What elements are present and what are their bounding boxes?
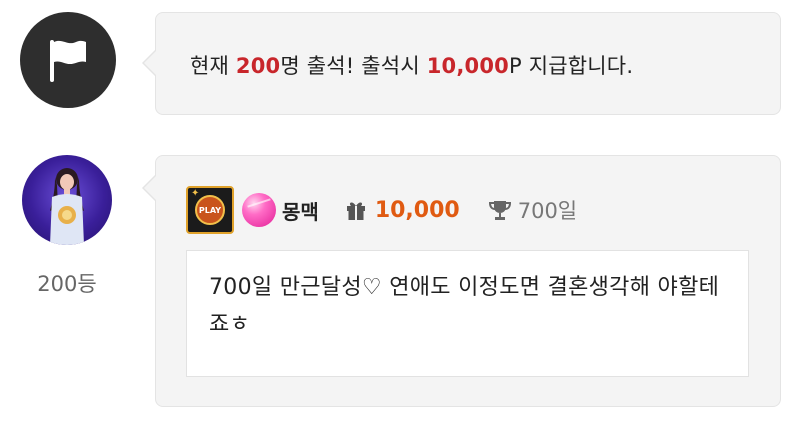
candy-level-icon bbox=[242, 193, 276, 227]
rank-label: 200등 bbox=[37, 272, 97, 296]
message-text: 700일 만근달성♡ 연애도 이정도면 결혼생각해 야할테죠ㅎ bbox=[209, 275, 720, 337]
attendance-days: 700일 bbox=[517, 199, 578, 223]
user-header: ✦ PLAY 몽맥 10,000 700일 bbox=[186, 185, 577, 235]
comment-bubble: ✦ PLAY 몽맥 10,000 700일 700일 만근달성♡ 연애도 이정도… bbox=[142, 155, 781, 407]
play-badge-icon: ✦ PLAY bbox=[186, 186, 234, 234]
reward-points: 10,000 bbox=[426, 54, 509, 78]
notice-avatar bbox=[20, 12, 116, 108]
nickname[interactable]: 몽맥 bbox=[282, 196, 319, 225]
flag-icon bbox=[50, 40, 86, 82]
attendance-count: 200 bbox=[235, 54, 281, 78]
avatar[interactable] bbox=[22, 155, 112, 245]
message-box: 700일 만근달성♡ 연애도 이정도면 결혼생각해 야할테죠ㅎ bbox=[186, 250, 749, 377]
notice-bubble: 현재 200명 출석! 출석시 10,000P 지급합니다. bbox=[142, 12, 781, 115]
trophy-icon bbox=[488, 198, 512, 222]
profile-photo bbox=[50, 168, 84, 245]
notice-text: 현재 200명 출석! 출석시 10,000P 지급합니다. bbox=[190, 54, 634, 78]
points-value: 10,000 bbox=[374, 197, 460, 223]
gift-icon bbox=[345, 199, 367, 221]
attendance-page: 현재 200명 출석! 출석시 10,000P 지급합니다. 200등 ✦ PL… bbox=[0, 0, 800, 446]
